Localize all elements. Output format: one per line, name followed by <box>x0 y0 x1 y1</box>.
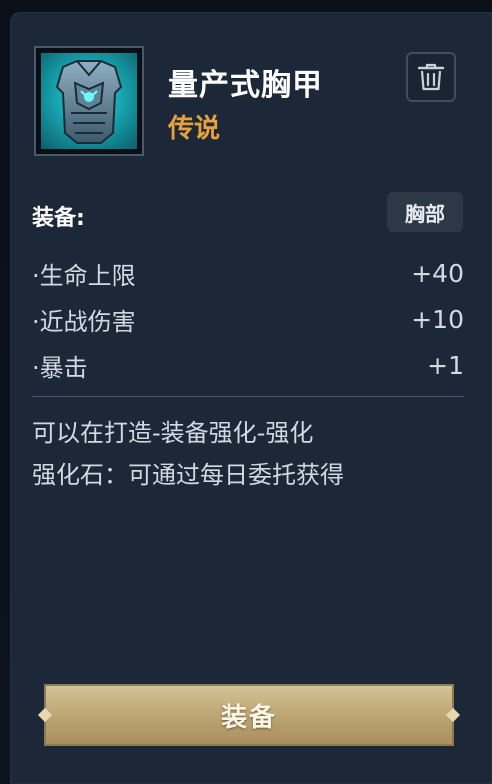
game-screen: 量产式胸甲 传说 装备: 胸部 ·生命上限 +40 ·近战伤害 +10 ·暴击 <box>0 0 492 784</box>
stat-row: ·暴击 +1 <box>32 342 464 388</box>
item-detail-panel: 量产式胸甲 传说 装备: 胸部 ·生命上限 +40 ·近战伤害 +10 ·暴击 <box>10 12 492 784</box>
stat-name: ·暴击 <box>32 353 88 382</box>
stat-row: ·近战伤害 +10 <box>32 296 464 342</box>
equipment-section-label: 装备: <box>32 206 85 231</box>
description-line: 强化石：可通过每日委托获得 <box>32 461 344 489</box>
stat-value: +10 <box>411 304 464 334</box>
stat-value: +40 <box>411 258 464 288</box>
stat-name: ·生命上限 <box>32 261 136 290</box>
stat-list: ·生命上限 +40 ·近战伤害 +10 ·暴击 +1 <box>32 250 464 388</box>
discard-button[interactable] <box>406 52 456 102</box>
chest-armor-icon <box>41 53 137 149</box>
item-name: 量产式胸甲 <box>168 68 323 103</box>
stat-name: ·近战伤害 <box>32 307 136 336</box>
item-icon-frame <box>34 46 144 156</box>
stat-row: ·生命上限 +40 <box>32 250 464 296</box>
item-description: 可以在打造-装备强化-强化 强化石：可通过每日委托获得 <box>32 412 472 496</box>
divider <box>32 396 464 397</box>
equip-button[interactable]: 装备 <box>44 684 454 746</box>
trash-icon <box>417 63 445 91</box>
description-line: 可以在打造-装备强化-强化 <box>32 419 314 447</box>
item-rarity: 传说 <box>168 114 221 144</box>
stat-value: +1 <box>427 350 464 380</box>
slot-badge: 胸部 <box>387 192 463 232</box>
